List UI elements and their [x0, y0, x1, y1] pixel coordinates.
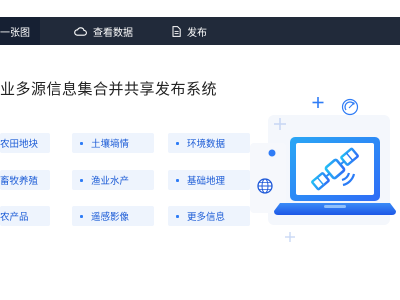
bullet-icon [80, 214, 83, 218]
page-title: 业多源信息集合并共享发布系统 [0, 80, 218, 98]
laptop-illustration [250, 97, 396, 242]
bullet-icon [176, 214, 179, 218]
chip-label: 土壤墒情 [91, 139, 130, 150]
category-chip-more[interactable]: 更多信息 [168, 206, 250, 226]
globe-icon [257, 178, 273, 194]
cloud-icon [74, 26, 87, 36]
category-chip-remote-sensing[interactable]: 遥感影像 [72, 206, 154, 226]
document-icon [172, 25, 181, 37]
chip-label: 畜牧养殖 [0, 176, 39, 187]
bullet-icon [80, 178, 83, 182]
category-chip-fishery[interactable]: 渔业水产 [72, 170, 154, 190]
plus-icon [285, 232, 295, 242]
satellite-dish-icon [341, 98, 359, 116]
nav-item-publish[interactable]: 发布 [172, 17, 207, 45]
nav-item-label: 查看数据 [93, 27, 133, 39]
chip-label: 农田地块 [0, 139, 39, 150]
chip-label: 农产品 [0, 212, 29, 223]
chip-label: 更多信息 [187, 212, 226, 223]
plus-icon [312, 97, 324, 108]
nav-item-label: 发布 [187, 27, 207, 39]
category-chip-livestock[interactable]: 畜牧养殖 [0, 170, 50, 190]
page: 一张图 查看数据 发布 业多源信息集合并共享发布系统 农田地块 土壤墒情 环境数… [0, 0, 400, 300]
category-chip-geography[interactable]: 基础地理 [168, 170, 250, 190]
nav-item-view-data[interactable]: 查看数据 [74, 17, 133, 45]
dot-decoration [268, 149, 276, 157]
bullet-icon [80, 141, 83, 145]
category-chip-farmland[interactable]: 农田地块 [0, 133, 50, 153]
category-chip-soil[interactable]: 土壤墒情 [72, 133, 154, 153]
nav-item-map[interactable]: 一张图 [0, 17, 40, 45]
chip-label: 基础地理 [187, 176, 226, 187]
bullet-icon [176, 141, 179, 145]
top-strip [0, 0, 400, 17]
backdrop-shape [250, 143, 286, 213]
chip-label: 渔业水产 [91, 176, 130, 187]
category-chip-produce[interactable]: 农产品 [0, 206, 50, 226]
category-chip-environment[interactable]: 环境数据 [168, 133, 250, 153]
chip-label: 环境数据 [187, 139, 226, 150]
nav-item-label: 一张图 [0, 27, 30, 39]
laptop-icon [274, 137, 396, 215]
bullet-icon [176, 178, 179, 182]
chip-label: 遥感影像 [91, 212, 130, 223]
